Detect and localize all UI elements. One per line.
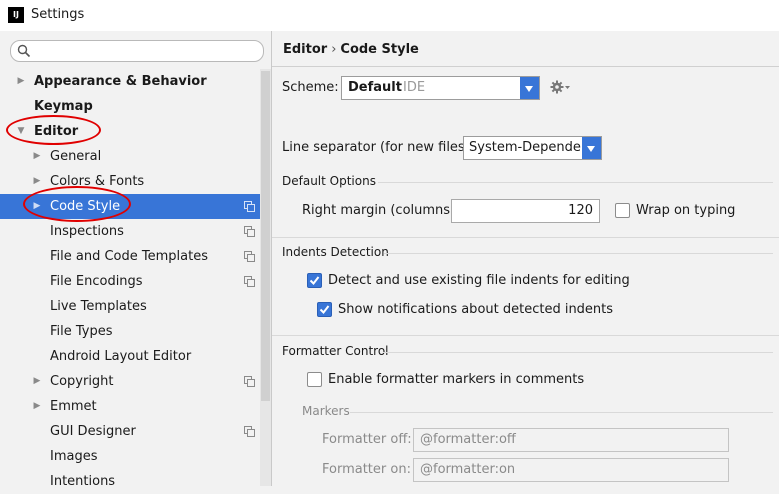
tree-item-label: Colors & Fonts xyxy=(50,174,145,189)
scheme-tag: IDE xyxy=(403,80,426,95)
project-scope-icon xyxy=(244,376,255,387)
tree-item-android-layout-editor[interactable]: Android Layout Editor xyxy=(0,344,260,369)
breadcrumb-current: Code Style xyxy=(340,42,419,57)
section-divider xyxy=(272,335,779,336)
expand-arrow-icon[interactable]: ▶ xyxy=(16,69,26,94)
search-input[interactable] xyxy=(10,40,264,62)
header-divider xyxy=(272,66,779,67)
formatter-off-label: Formatter off: xyxy=(322,432,412,447)
expand-arrow-icon[interactable]: ▶ xyxy=(32,394,42,419)
tree-item-label: Code Style xyxy=(50,199,121,214)
tree-item-label: File Encodings xyxy=(50,274,143,289)
formatter-off-input[interactable]: @formatter:off xyxy=(413,428,729,452)
tree-item-label: Images xyxy=(50,449,98,464)
expand-arrow-icon[interactable]: ▶ xyxy=(32,369,42,394)
line-separator-value: System-Dependent xyxy=(469,140,595,155)
tree-item-label: Inspections xyxy=(50,224,124,239)
tree-item-editor[interactable]: ▼ Editor xyxy=(0,119,260,144)
tree-item-label: GUI Designer xyxy=(50,424,136,439)
tree-item-file-encodings[interactable]: File Encodings xyxy=(0,269,260,294)
tree-item-label: File and Code Templates xyxy=(50,249,208,264)
formatter-on-value: @formatter:on xyxy=(420,462,516,477)
project-scope-icon xyxy=(244,276,255,287)
project-scope-icon xyxy=(244,426,255,437)
project-scope-icon xyxy=(244,201,255,212)
breadcrumb-parent: Editor xyxy=(283,42,328,57)
right-margin-label: Right margin (columns): xyxy=(302,203,460,218)
tree-item-appearance-behavior[interactable]: ▶ Appearance & Behavior xyxy=(0,69,260,94)
tree-item-copyright[interactable]: ▶ Copyright xyxy=(0,369,260,394)
formatter-control-heading: Formatter Control xyxy=(282,344,389,358)
app-icon: IJ xyxy=(8,7,24,23)
tree-item-colors-fonts[interactable]: ▶ Colors & Fonts xyxy=(0,169,260,194)
enable-formatter-markers-checkbox[interactable] xyxy=(307,372,322,387)
default-options-heading: Default Options xyxy=(282,174,376,188)
line-separator-label: Line separator (for new files): xyxy=(282,140,475,155)
formatter-off-value: @formatter:off xyxy=(420,432,516,447)
line-separator-dropdown[interactable]: System-Dependent xyxy=(463,136,602,160)
section-divider xyxy=(272,237,779,238)
tree-item-label: Editor xyxy=(34,124,79,139)
tree-item-label: Live Templates xyxy=(50,299,147,314)
scheme-value: Default xyxy=(348,80,402,95)
section-divider xyxy=(350,412,773,413)
tree-item-label: Keymap xyxy=(34,99,93,114)
settings-sidebar: ▶ Appearance & Behavior Keymap ▼ Editor … xyxy=(0,31,272,489)
tree-item-live-templates[interactable]: Live Templates xyxy=(0,294,260,319)
formatter-on-input[interactable]: @formatter:on xyxy=(413,458,729,482)
tree-item-file-types[interactable]: File Types xyxy=(0,319,260,344)
detect-indents-label: Detect and use existing file indents for… xyxy=(328,273,630,288)
tree-item-label: Appearance & Behavior xyxy=(34,74,207,89)
indents-detection-heading: Indents Detection xyxy=(282,245,389,259)
breadcrumb-separator: › xyxy=(331,42,337,57)
expand-arrow-icon[interactable]: ▶ xyxy=(32,144,42,169)
tree-item-images[interactable]: Images xyxy=(0,444,260,469)
project-scope-icon xyxy=(244,251,255,262)
gear-icon[interactable] xyxy=(550,79,572,95)
chevron-down-icon[interactable] xyxy=(520,77,539,99)
tree-item-label: Android Layout Editor xyxy=(50,349,192,364)
markers-heading: Markers xyxy=(302,404,350,418)
right-margin-input[interactable]: 120 xyxy=(451,199,600,223)
tree-item-keymap[interactable]: Keymap xyxy=(0,94,260,119)
sidebar-scroll-thumb[interactable] xyxy=(261,71,270,401)
tree-item-inspections[interactable]: Inspections xyxy=(0,219,260,244)
collapse-arrow-icon[interactable]: ▼ xyxy=(16,119,26,144)
formatter-on-label: Formatter on: xyxy=(322,462,411,477)
wrap-on-typing-label: Wrap on typing xyxy=(636,203,736,218)
tree-item-label: Copyright xyxy=(50,374,114,389)
tree-item-label: Intentions xyxy=(50,474,116,489)
project-scope-icon xyxy=(244,226,255,237)
tree-item-intentions[interactable]: Intentions xyxy=(0,469,260,494)
search-icon xyxy=(17,44,31,58)
expand-arrow-icon[interactable]: ▶ xyxy=(32,169,42,194)
tree-item-label: File Types xyxy=(50,324,113,339)
scheme-label: Scheme: xyxy=(282,80,339,95)
window-title: Settings xyxy=(31,7,85,22)
section-divider xyxy=(383,352,773,353)
tree-item-file-code-templates[interactable]: File and Code Templates xyxy=(0,244,260,269)
scheme-dropdown[interactable]: Default IDE xyxy=(341,76,540,100)
title-bar: IJ Settings xyxy=(0,0,779,32)
tree-item-label: Emmet xyxy=(50,399,97,414)
settings-content: Editor › Code Style Scheme: Default IDE Li… xyxy=(272,31,779,486)
notify-indents-label: Show notifications about detected indent… xyxy=(338,302,614,317)
breadcrumb: Editor › Code Style xyxy=(283,42,419,57)
tree-item-emmet[interactable]: ▶ Emmet xyxy=(0,394,260,419)
settings-tree: ▶ Appearance & Behavior Keymap ▼ Editor … xyxy=(0,69,260,489)
chevron-down-icon[interactable] xyxy=(582,137,601,159)
right-margin-value: 120 xyxy=(568,203,593,218)
enable-formatter-markers-label: Enable formatter markers in comments xyxy=(328,372,585,387)
expand-arrow-icon[interactable]: ▶ xyxy=(32,194,42,219)
section-divider xyxy=(378,182,773,183)
section-divider xyxy=(384,253,773,254)
tree-item-label: General xyxy=(50,149,102,164)
detect-indents-checkbox[interactable] xyxy=(307,273,322,288)
tree-item-gui-designer[interactable]: GUI Designer xyxy=(0,419,260,444)
notify-indents-checkbox[interactable] xyxy=(317,302,332,317)
wrap-on-typing-checkbox[interactable] xyxy=(615,203,630,218)
tree-item-code-style[interactable]: ▶ Code Style xyxy=(0,194,260,219)
tree-item-general[interactable]: ▶ General xyxy=(0,144,260,169)
